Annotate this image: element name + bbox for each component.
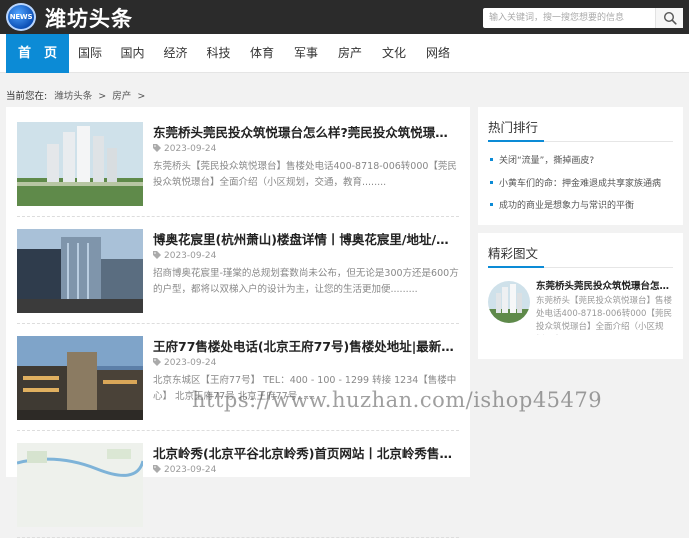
hot-ranking-item-text: 成功的商业是想象力与常识的平衡 (499, 201, 635, 211)
article-thumbnail[interactable] (17, 336, 143, 420)
article-summary: 招商博奥花宸里-瑾棠的总规划套数尚未公布，但无论是300方还是600方的户型，都… (153, 268, 459, 295)
tag-icon (153, 251, 161, 259)
article-thumbnail[interactable] (17, 122, 143, 206)
article-item[interactable]: 王府77售楼处电话(北京王府77号)售楼处地址|最新价格详情 2023-09-2… (17, 332, 459, 431)
breadcrumb: 当前您在: 潍坊头条 > 房产 > (6, 88, 148, 102)
hot-ranking-item-text: 小黄车们的命：押金难退成共享家族通病 (499, 179, 662, 189)
breadcrumb-item-home[interactable]: 潍坊头条 (54, 91, 92, 102)
article-summary: 东莞桥头【莞民投众筑悦璟台】售楼处电话400-8718-006转000【莞民投众… (153, 161, 457, 188)
title-accent-bar (488, 140, 544, 142)
nav-item-tech[interactable]: 科技 (197, 34, 240, 73)
search-box (483, 8, 683, 28)
breadcrumb-item-category[interactable]: 房产 (112, 91, 131, 102)
search-icon (663, 11, 677, 25)
hot-ranking-item[interactable]: 小黄车们的命：押金难退成共享家族通病 (490, 176, 670, 189)
featured-pic-title[interactable]: 东莞桥头莞民投众筑悦璟台怎么样? (536, 278, 674, 292)
article-date: 2023-09-24 (153, 465, 216, 475)
hot-ranking-item-text: 关闭“流量”，撕掉画皮? (499, 156, 595, 166)
article-date: 2023-09-24 (153, 144, 216, 154)
nav-item-internet[interactable]: 网络 (416, 34, 460, 73)
tag-icon (153, 465, 161, 473)
article-title[interactable]: 东莞桥头莞民投众筑悦璟台怎么样?莞民投众筑悦璟台售楼处 (153, 122, 459, 141)
featured-pics-title: 精彩图文 (488, 246, 539, 261)
article-date: 2023-09-24 (153, 251, 216, 261)
article-summary: 北京东城区【王府77号】 TEL：400 - 100 - 1299 转接 123… (153, 375, 457, 402)
article-item[interactable]: 博奥花宸里(杭州萧山)楼盘详情丨博奥花宸里/地址/户型/价格 2023-09-2… (17, 225, 459, 324)
site-logo-icon[interactable]: NEWS (6, 3, 36, 31)
article-date-text: 2023-09-24 (164, 358, 217, 368)
top-header: NEWS 潍坊头条 (0, 0, 689, 34)
article-item[interactable]: 北京岭秀(北京平谷北京岭秀)首页网站丨北京岭秀售楼处电话 2023-09-24 (17, 439, 459, 538)
bullet-icon (490, 158, 493, 161)
featured-pic-summary: 东莞桥头【莞民投众筑悦璟台】售楼处电话400-8718-006转000【莞民投众… (536, 296, 673, 332)
article-item[interactable]: 东莞桥头莞民投众筑悦璟台怎么样?莞民投众筑悦璟台售楼处 2023-09-24 东… (17, 118, 459, 217)
hot-ranking-title: 热门排行 (488, 120, 539, 135)
article-thumbnail[interactable] (17, 229, 143, 313)
article-list: 东莞桥头莞民投众筑悦璟台怎么样?莞民投众筑悦璟台售楼处 2023-09-24 东… (6, 107, 470, 538)
article-date-text: 2023-09-24 (164, 144, 217, 154)
nav-item-realestate[interactable]: 房产 (328, 34, 372, 73)
tag-icon (153, 144, 161, 152)
article-title[interactable]: 北京岭秀(北京平谷北京岭秀)首页网站丨北京岭秀售楼处电话 (153, 443, 459, 462)
title-accent-bar (488, 266, 544, 268)
main-nav: 首 页 国际 国内 经济 科技 体育 军事 房产 文化 网络 (0, 34, 689, 73)
nav-item-culture[interactable]: 文化 (372, 34, 416, 73)
hot-ranking-item[interactable]: 成功的商业是想象力与常识的平衡 (490, 198, 670, 211)
search-input[interactable] (483, 8, 655, 28)
breadcrumb-separator: > (98, 91, 107, 102)
featured-pics-panel: 精彩图文 东莞桥头莞民投众筑悦璟台怎么样? 东莞桥头【莞民投众筑悦璟台】售楼处电… (478, 233, 683, 359)
breadcrumb-separator: > (137, 91, 146, 102)
breadcrumb-prefix: 当前您在: (6, 91, 48, 102)
nav-item-home[interactable]: 首 页 (6, 34, 69, 73)
nav-item-sports[interactable]: 体育 (240, 34, 284, 73)
nav-item-international[interactable]: 国际 (69, 34, 111, 73)
article-title[interactable]: 王府77售楼处电话(北京王府77号)售楼处地址|最新价格详情 (153, 336, 459, 355)
bullet-icon (490, 203, 493, 206)
nav-item-military[interactable]: 军事 (284, 34, 328, 73)
nav-item-economy[interactable]: 经济 (154, 34, 197, 73)
tag-icon (153, 358, 161, 366)
site-name[interactable]: 潍坊头条 (45, 3, 133, 33)
search-button[interactable] (655, 8, 683, 28)
nav-item-domestic[interactable]: 国内 (111, 34, 154, 73)
article-thumbnail[interactable] (17, 443, 143, 527)
article-date: 2023-09-24 (153, 358, 216, 368)
featured-pic-thumbnail[interactable] (488, 281, 530, 323)
article-date-text: 2023-09-24 (164, 251, 217, 261)
hot-ranking-item[interactable]: 关闭“流量”，撕掉画皮? (490, 153, 670, 166)
article-date-text: 2023-09-24 (164, 465, 217, 475)
bullet-icon (490, 181, 493, 184)
logo-badge-text: NEWS (9, 13, 33, 21)
hot-ranking-panel: 热门排行 关闭“流量”，撕掉画皮? 小黄车们的命：押金难退成共享家族通病 成功的… (478, 107, 683, 225)
article-title[interactable]: 博奥花宸里(杭州萧山)楼盘详情丨博奥花宸里/地址/户型/价格 (153, 229, 459, 248)
